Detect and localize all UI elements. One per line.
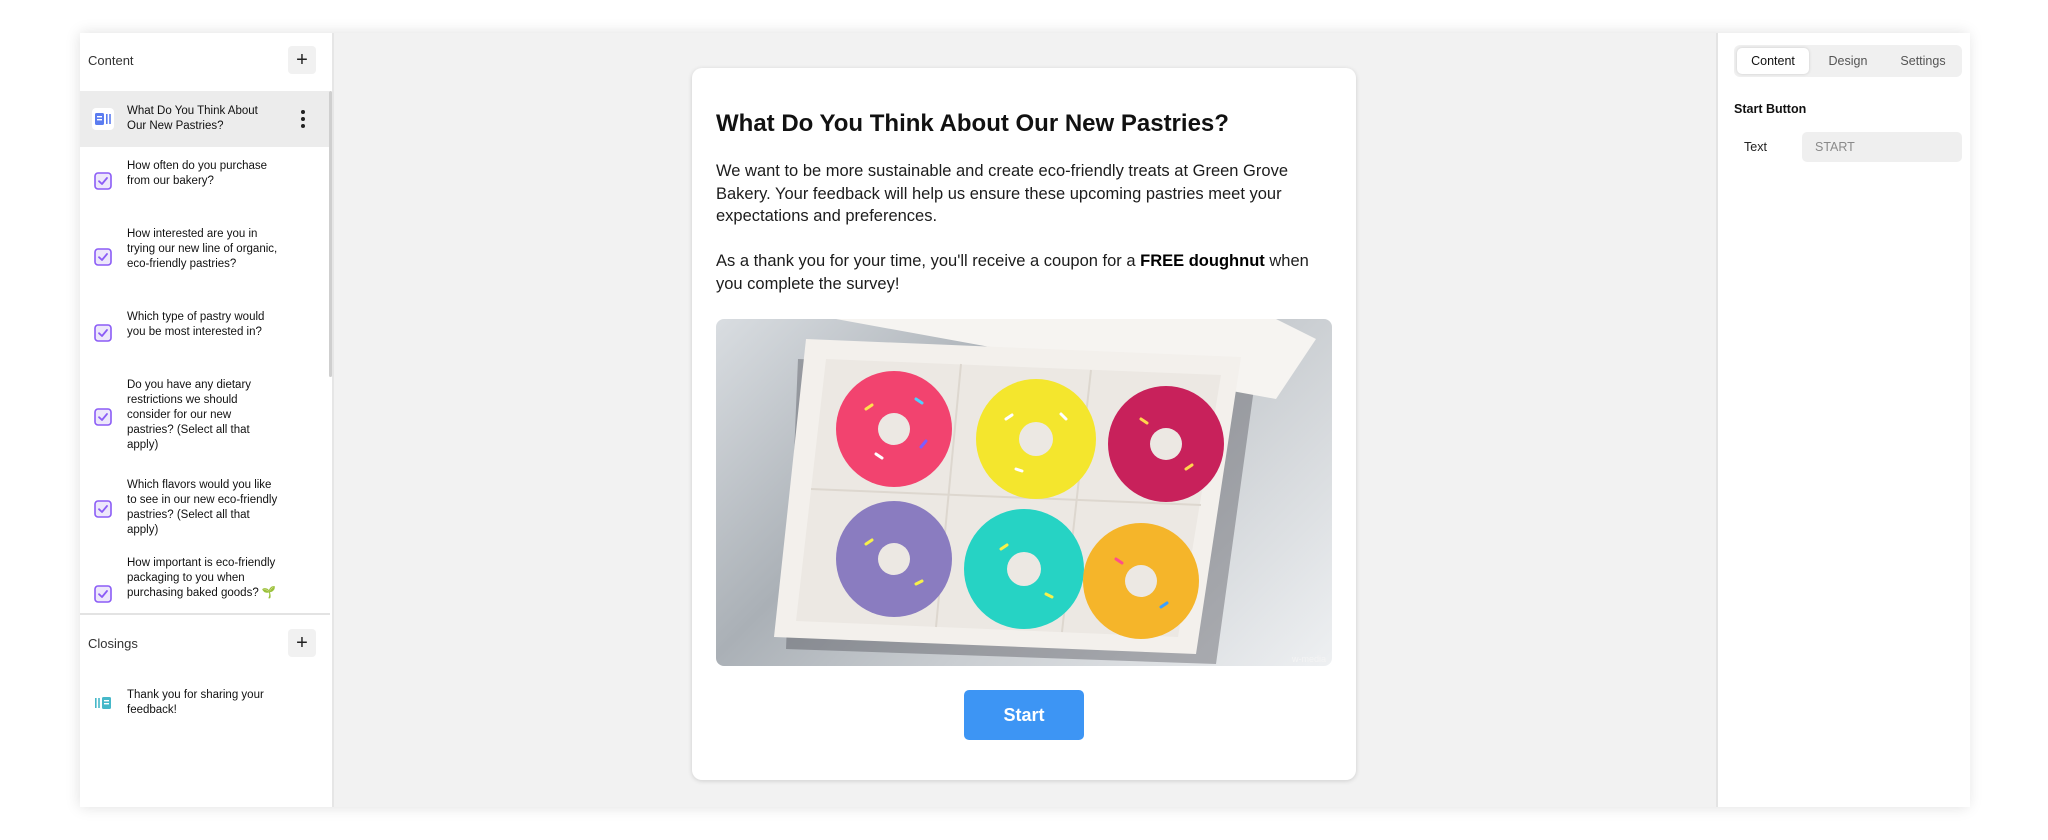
tab-settings[interactable]: Settings bbox=[1887, 48, 1959, 74]
survey-intro-paragraph: We want to be more sustainable and creat… bbox=[716, 162, 1288, 225]
survey-title: What Do You Think About Our New Pastries… bbox=[716, 110, 1229, 137]
list-item-question[interactable]: How often do you purchase from our baker… bbox=[80, 147, 329, 215]
survey-coupon-paragraph: As a thank you for your time, you'll rec… bbox=[716, 250, 1328, 295]
survey-preview-card: What Do You Think About Our New Pastries… bbox=[692, 68, 1356, 780]
checkbox-question-icon bbox=[92, 498, 114, 520]
checkbox-question-icon bbox=[92, 246, 114, 268]
panel-tabs: Content Design Settings bbox=[1734, 45, 1962, 77]
start-button-section-title: Start Button bbox=[1734, 102, 1807, 116]
tab-content[interactable]: Content bbox=[1737, 48, 1809, 74]
survey-editor-window: Content + What Do You Think About Our Ne… bbox=[80, 33, 1970, 807]
welcome-screen-icon bbox=[92, 108, 114, 130]
button-text-input[interactable] bbox=[1802, 132, 1962, 162]
doughnut-box-image: w-media bbox=[716, 319, 1332, 666]
list-item-question[interactable]: Which type of pastry would you be most i… bbox=[80, 299, 329, 367]
content-list[interactable]: What Do You Think About Our New Pastries… bbox=[80, 91, 332, 643]
section-divider bbox=[80, 613, 330, 615]
checkbox-question-icon bbox=[92, 170, 114, 192]
list-item-label: Do you have any dietary restrictions we … bbox=[127, 379, 252, 451]
add-closing-button[interactable]: + bbox=[288, 629, 316, 657]
more-options-icon[interactable] bbox=[294, 107, 312, 131]
closing-screen-icon bbox=[92, 692, 114, 714]
list-item-label: How often do you purchase from our baker… bbox=[127, 160, 268, 187]
list-item-label: How important is eco-friendly packaging … bbox=[127, 557, 277, 599]
content-list-scrollbar[interactable] bbox=[329, 91, 332, 377]
list-item-label: Which type of pastry would you be most i… bbox=[127, 311, 265, 338]
list-item-question[interactable]: Do you have any dietary restrictions we … bbox=[80, 367, 329, 467]
list-item-question[interactable]: Which flavors would you like to see in o… bbox=[80, 467, 329, 551]
list-item-question[interactable]: How interested are you in trying our new… bbox=[80, 215, 329, 299]
checkbox-question-icon bbox=[92, 583, 114, 605]
add-content-button[interactable]: + bbox=[288, 46, 316, 74]
image-watermark: w-media bbox=[1291, 654, 1326, 664]
checkbox-question-icon bbox=[92, 406, 114, 428]
content-section-header: Content + bbox=[80, 33, 332, 87]
tab-design[interactable]: Design bbox=[1809, 48, 1887, 74]
content-section-title: Content bbox=[88, 52, 134, 68]
list-item-label: Which flavors would you like to see in o… bbox=[127, 479, 278, 536]
list-item-label: How interested are you in trying our new… bbox=[127, 228, 278, 270]
start-button[interactable]: Start bbox=[964, 690, 1084, 740]
coupon-offer-bold: FREE doughnut bbox=[1140, 252, 1265, 270]
checkbox-question-icon bbox=[92, 322, 114, 344]
list-item-label: Thank you for sharing your feedback! bbox=[127, 689, 264, 716]
list-item-label: What Do You Think About Our New Pastries… bbox=[127, 105, 258, 132]
closings-section-title: Closings bbox=[88, 635, 138, 651]
properties-panel: Content Design Settings Start Button Tex… bbox=[1716, 33, 1970, 807]
list-item-welcome[interactable]: What Do You Think About Our New Pastries… bbox=[80, 91, 329, 147]
list-item-closing[interactable]: Thank you for sharing your feedback! bbox=[80, 675, 329, 731]
closings-section-header: Closings + bbox=[80, 616, 332, 670]
button-text-label: Text bbox=[1744, 140, 1767, 154]
sidebar: Content + What Do You Think About Our Ne… bbox=[80, 33, 334, 807]
coupon-text-start: As a thank you for your time, you'll rec… bbox=[716, 252, 1141, 270]
